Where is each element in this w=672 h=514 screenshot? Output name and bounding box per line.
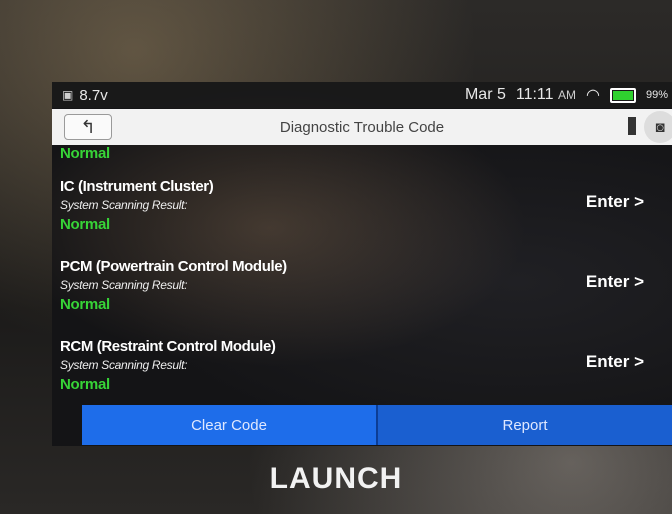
gallery-icon: ▣ (62, 88, 74, 102)
title-bar: ↰ Diagnostic Trouble Code ◙ (52, 109, 672, 145)
device-screen: ▣ 8.7v Mar 5 11:11 AM ◠ 99% ↰ Diagnostic… (52, 82, 672, 446)
camera-button[interactable]: ◙ (644, 111, 672, 143)
list-item[interactable]: PCM (Powertrain Control Module) System S… (52, 256, 672, 336)
voltage-reading: 8.7v (79, 86, 108, 104)
module-status: Normal (60, 216, 110, 233)
clear-code-button[interactable]: Clear Code (82, 405, 376, 445)
module-subtitle: System Scanning Result: (60, 278, 188, 292)
wifi-icon: ◠ (586, 87, 600, 104)
module-status: Normal (60, 376, 110, 393)
module-name: RCM (Restraint Control Module) (60, 338, 276, 355)
module-status: Normal (60, 296, 110, 313)
list-item[interactable]: RCM (Restraint Control Module) System Sc… (52, 336, 672, 416)
enter-button[interactable]: Enter > (586, 192, 644, 212)
list-item[interactable]: IC (Instrument Cluster) System Scanning … (52, 176, 672, 256)
page-title: Diagnostic Trouble Code (279, 118, 445, 136)
document-icon[interactable] (628, 117, 636, 135)
module-subtitle: System Scanning Result: (60, 198, 188, 212)
battery-level: 99% (645, 89, 668, 101)
enter-button[interactable]: Enter > (586, 352, 644, 372)
status-bar: ▣ 8.7v Mar 5 11:11 AM ◠ 99% (52, 82, 672, 108)
brand-logo: LAUNCH (269, 462, 403, 495)
back-button[interactable]: ↰ (64, 114, 112, 140)
enter-button[interactable]: Enter > (586, 272, 644, 292)
report-button[interactable]: Report (376, 405, 672, 445)
status-date: Mar 5 (464, 86, 506, 103)
previous-item-status: Normal (60, 145, 110, 162)
module-name: IC (Instrument Cluster) (60, 178, 214, 195)
module-name: PCM (Powertrain Control Module) (60, 258, 287, 275)
module-list: Normal IC (Instrument Cluster) System Sc… (52, 146, 672, 416)
battery-icon (609, 87, 636, 103)
module-subtitle: System Scanning Result: (60, 358, 188, 372)
back-arrow-icon: ↰ (80, 116, 96, 137)
camera-icon: ◙ (655, 118, 665, 136)
bottom-action-bar: Clear Code Report (82, 405, 672, 445)
status-time: 11:11 AM (515, 86, 576, 103)
